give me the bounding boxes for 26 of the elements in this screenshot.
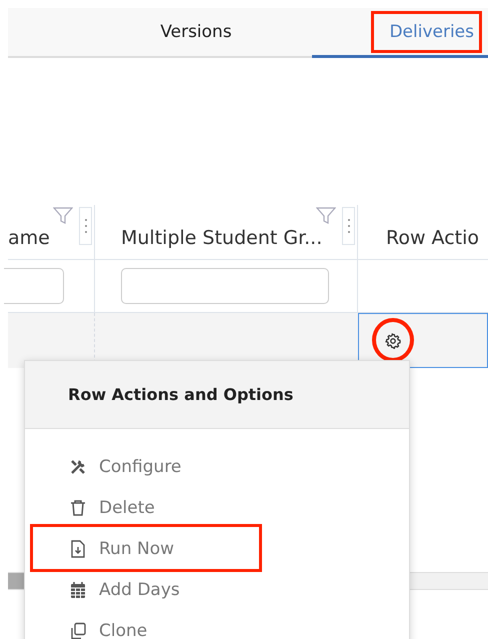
file-download-icon: [69, 540, 87, 558]
menu-item[interactable]: Clone: [25, 610, 409, 639]
settings-icon[interactable]: [385, 332, 401, 348]
menu-item[interactable]: Delete: [25, 487, 409, 528]
column-menu-icon[interactable]: [79, 207, 92, 245]
column-header[interactable]: Multiple Student Gr...: [95, 205, 358, 260]
copy-icon: [69, 622, 87, 639]
column-header[interactable]: Row Actio: [358, 205, 488, 260]
menu-item[interactable]: Add Days: [25, 569, 409, 610]
column-header[interactable]: ame: [8, 205, 95, 260]
tools-icon: [69, 458, 87, 476]
filter-field[interactable]: [4, 268, 64, 304]
menu-item[interactable]: Configure: [25, 446, 409, 487]
menu-title: Row Actions and Options: [68, 385, 294, 404]
menu-item[interactable]: Run Now: [25, 528, 409, 569]
calendar-icon: [69, 580, 87, 598]
header-label: Multiple Student Gr...: [121, 227, 322, 249]
filter-icon[interactable]: [316, 207, 336, 225]
filter-icon[interactable]: [53, 207, 73, 225]
filter-field[interactable]: [121, 268, 329, 304]
header-label: ame: [8, 227, 50, 249]
trash-icon: [69, 498, 87, 516]
tab[interactable]: Deliveries: [312, 8, 488, 58]
tab[interactable]: Versions: [8, 8, 312, 58]
column-menu-icon[interactable]: [342, 207, 355, 245]
header-label: Row Actio: [386, 227, 480, 249]
